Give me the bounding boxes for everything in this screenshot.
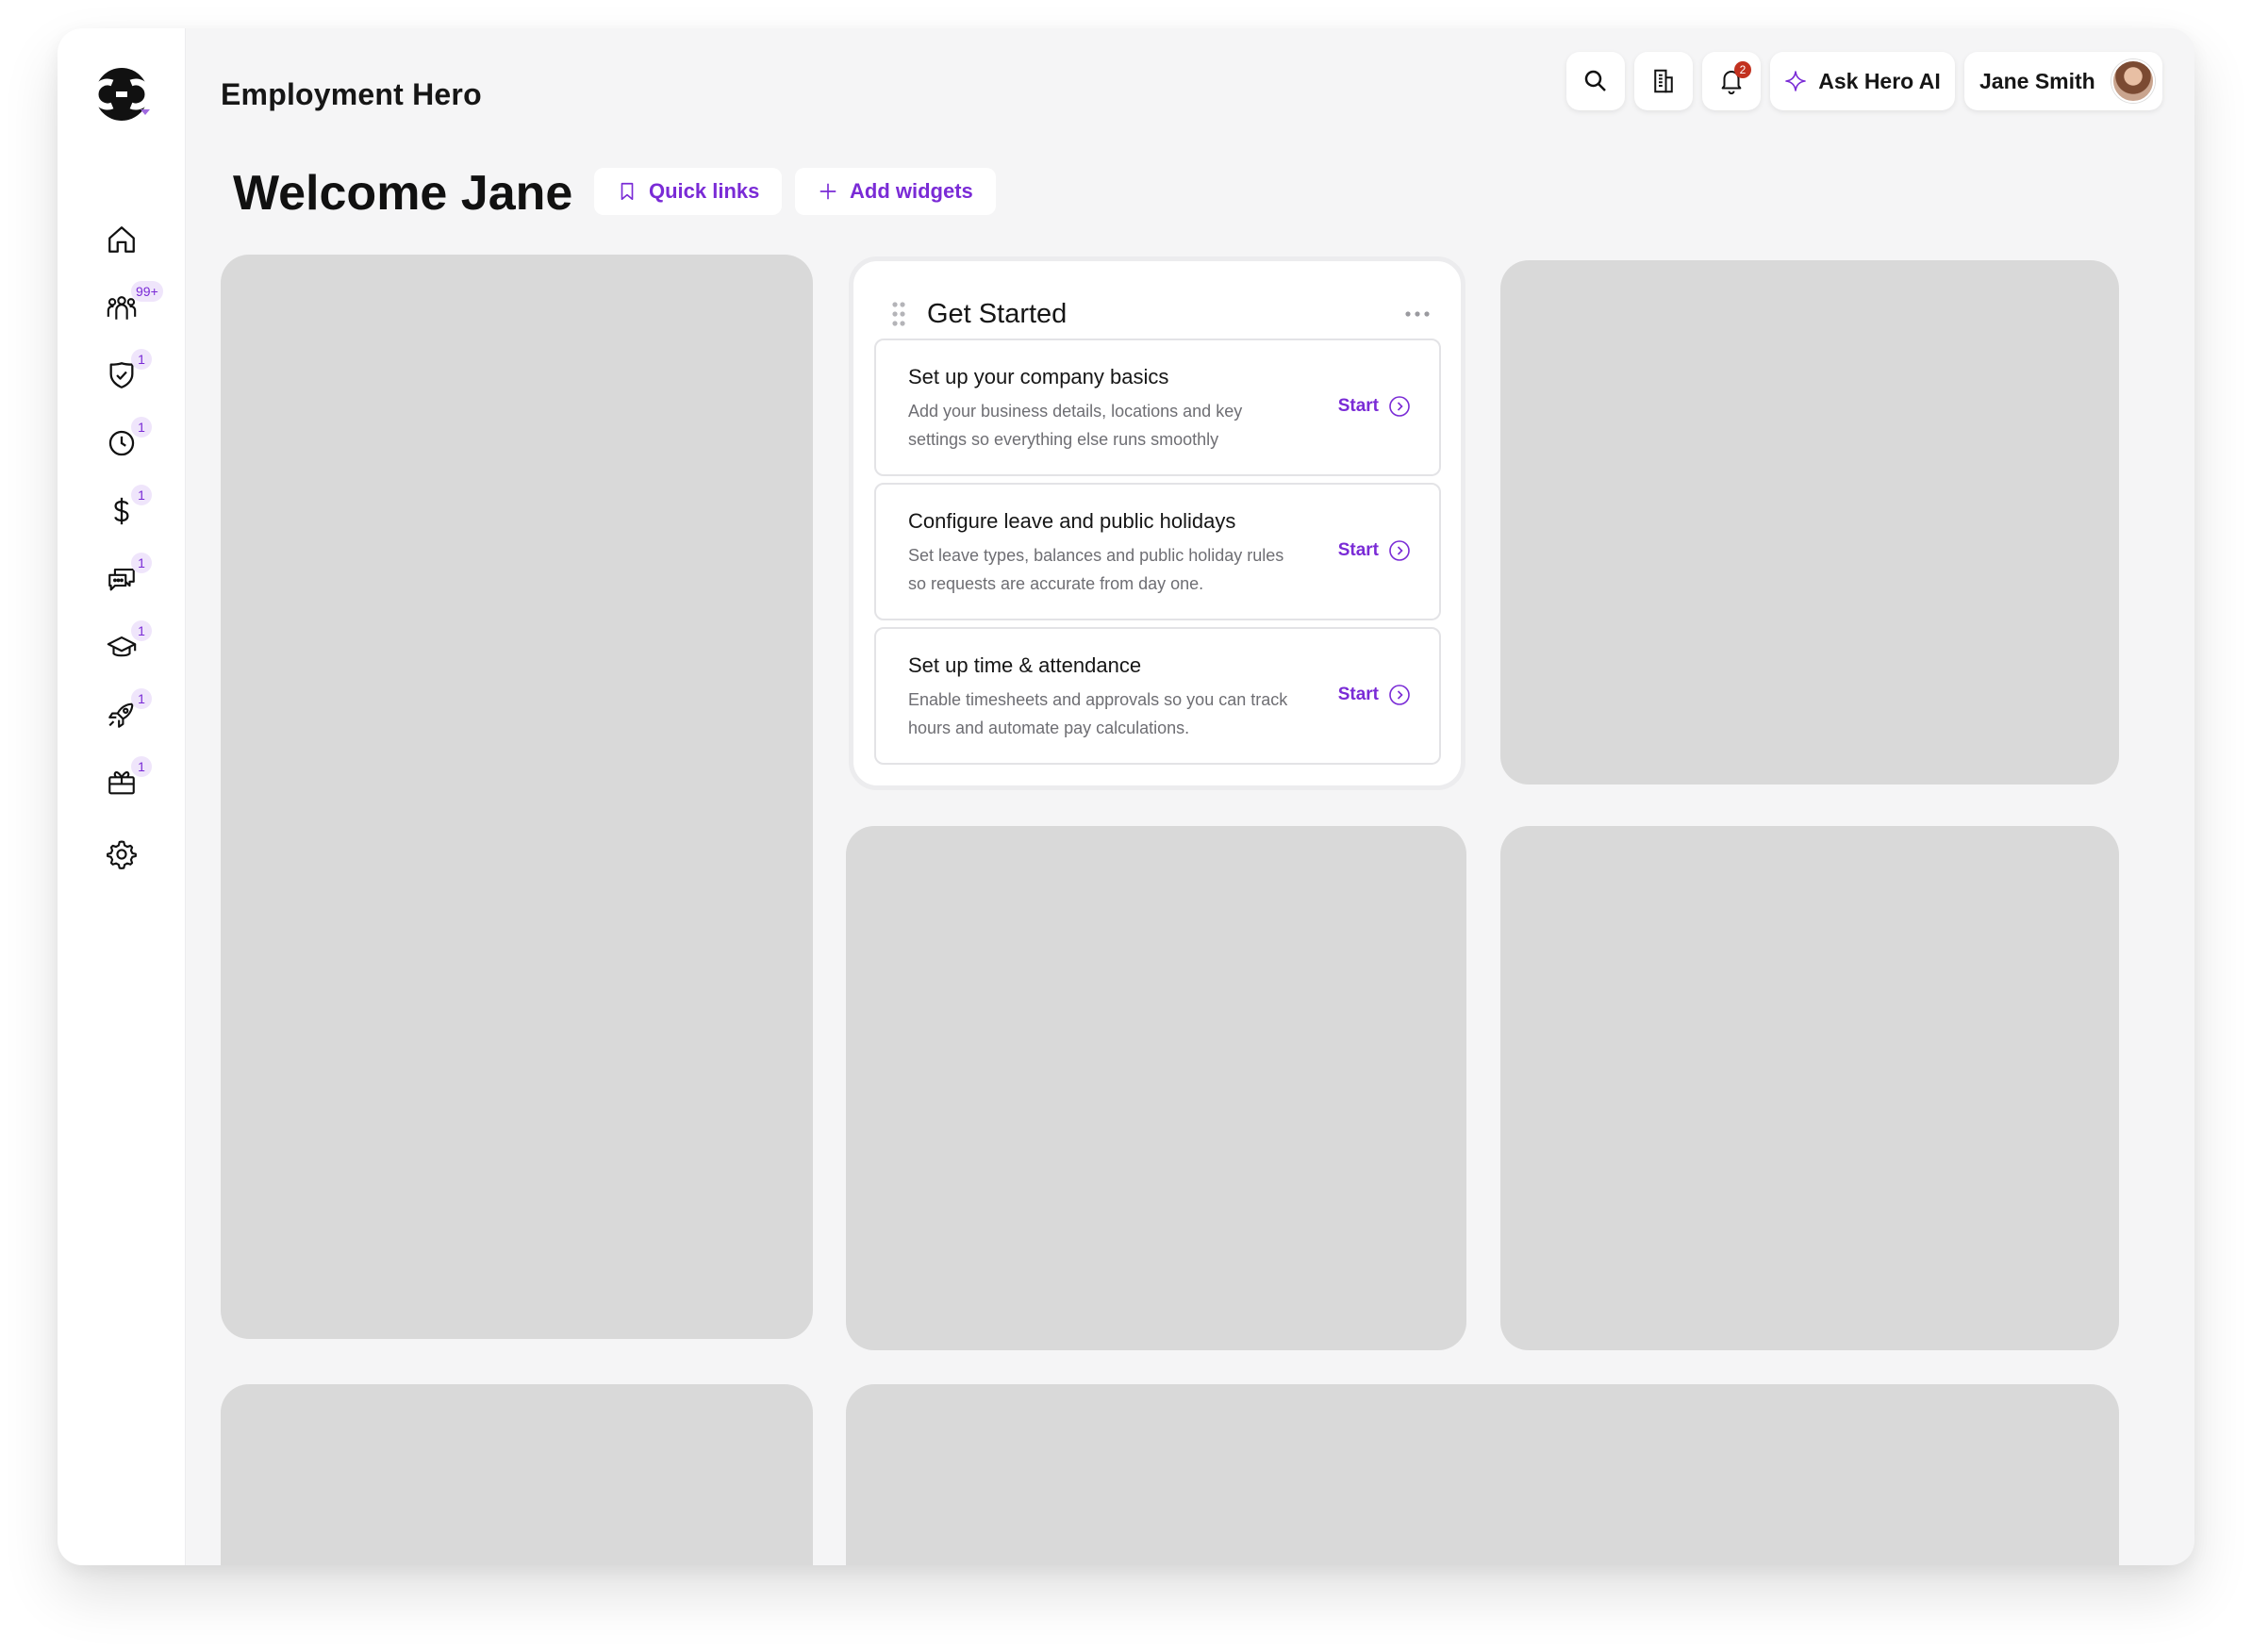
start-label: Start — [1337, 396, 1379, 416]
ask-hero-ai-button[interactable]: Ask Hero AI — [1770, 52, 1955, 110]
get-started-header: Get Started — [891, 297, 1431, 331]
learning-badge: 1 — [131, 620, 152, 641]
widget-placeholder-bottom-wide — [846, 1384, 2119, 1565]
sidebar-item-settings[interactable] — [95, 828, 148, 881]
app-window: 99+ 1 1 1 1 1 1 1 Employment Hero 2 Ask … — [58, 28, 2194, 1565]
quick-links-button[interactable]: Quick links — [594, 168, 783, 215]
start-label: Start — [1337, 540, 1379, 560]
time-badge: 1 — [131, 417, 152, 438]
sidebar-item-home[interactable] — [95, 213, 148, 266]
start-button[interactable]: Start — [1338, 395, 1411, 418]
task-title: Set up time & attendance — [908, 653, 1142, 677]
quick-links-label: Quick links — [649, 179, 760, 203]
task-title: Set up your company basics — [908, 365, 1169, 388]
widget-placeholder-top-right — [1500, 260, 2119, 785]
add-widgets-label: Add widgets — [850, 179, 973, 203]
task-company-basics[interactable]: Set up your company basics Add your busi… — [874, 339, 1441, 476]
user-name: Jane Smith — [1979, 68, 2095, 93]
chevron-right-circle-icon — [1389, 396, 1410, 417]
gear-icon — [107, 840, 137, 869]
task-description: Enable timesheets and approvals so you c… — [908, 690, 1288, 737]
payroll-badge: 1 — [131, 485, 152, 505]
chevron-right-circle-icon — [1389, 685, 1410, 705]
people-badge: 99+ — [131, 281, 163, 302]
search-button[interactable] — [1566, 52, 1625, 110]
notifications-count-badge: 2 — [1734, 61, 1751, 78]
start-button[interactable]: Start — [1338, 539, 1411, 562]
home-icon — [108, 226, 135, 253]
benefits-badge: 1 — [131, 688, 152, 709]
add-widgets-button[interactable]: Add widgets — [795, 168, 996, 215]
app-brand-title: Employment Hero — [221, 77, 482, 111]
compliance-badge: 1 — [131, 349, 152, 370]
rewards-badge: 1 — [131, 756, 152, 777]
task-description: Add your business details, locations and… — [908, 402, 1243, 449]
widget-placeholder-left — [221, 255, 813, 1339]
sparkle-icon — [1785, 71, 1807, 91]
task-title: Configure leave and public holidays — [908, 509, 1236, 533]
search-icon — [1584, 70, 1606, 91]
user-menu-button[interactable]: Jane Smith — [1964, 52, 2162, 110]
sidebar-item-people[interactable]: 99+ — [95, 281, 163, 334]
messages-badge: 1 — [131, 553, 152, 573]
chevron-right-circle-icon — [1389, 540, 1410, 561]
task-description: Set leave types, balances and public hol… — [908, 546, 1284, 593]
avatar — [2111, 59, 2155, 103]
sidebar: 99+ 1 1 1 1 1 1 1 — [58, 28, 186, 1565]
sidebar-item-compliance[interactable]: 1 — [95, 349, 152, 402]
sidebar-item-messages[interactable]: 1 — [95, 553, 152, 605]
building-icon — [1654, 69, 1673, 93]
company-switcher-button[interactable] — [1634, 52, 1693, 110]
sidebar-item-payroll[interactable]: 1 — [95, 485, 152, 537]
plus-icon — [820, 183, 836, 200]
task-leave-holidays[interactable]: Configure leave and public holidays Set … — [874, 483, 1441, 620]
page-title: Welcome Jane — [233, 166, 573, 221]
bookmark-icon — [621, 182, 634, 201]
widget-placeholder-middle-right — [1500, 826, 2119, 1350]
task-time-attendance[interactable]: Set up time & attendance Enable timeshee… — [874, 627, 1441, 765]
ask-hero-ai-label: Ask Hero AI — [1818, 68, 1941, 93]
more-options-icon[interactable] — [1404, 309, 1431, 319]
start-button[interactable]: Start — [1338, 684, 1411, 706]
employment-hero-logo-icon[interactable] — [91, 64, 152, 124]
get-started-title: Get Started — [927, 298, 1068, 329]
sidebar-item-rewards[interactable]: 1 — [95, 756, 152, 809]
sidebar-item-time[interactable]: 1 — [95, 417, 152, 470]
widget-placeholder-bottom-left — [221, 1384, 813, 1565]
drag-handle-icon[interactable] — [891, 300, 906, 328]
notifications-button[interactable]: 2 — [1702, 52, 1761, 110]
sidebar-item-benefits[interactable]: 1 — [95, 688, 152, 741]
sidebar-item-learning[interactable]: 1 — [95, 620, 152, 673]
widget-placeholder-middle — [846, 826, 1466, 1350]
get-started-widget: Get Started Set up your company basics A… — [849, 256, 1465, 790]
start-label: Start — [1337, 685, 1379, 704]
